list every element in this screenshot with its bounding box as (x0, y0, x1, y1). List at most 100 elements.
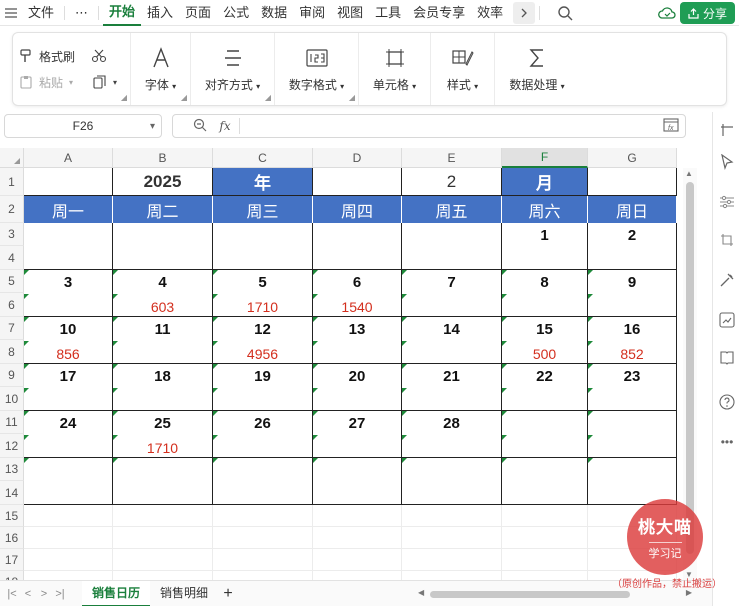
menu-formula[interactable]: 公式 (217, 0, 255, 26)
menu-insert[interactable]: 插入 (141, 0, 179, 26)
calendar-day-cell[interactable]: 23 (588, 364, 677, 411)
calendar-day-cell[interactable] (213, 458, 313, 505)
row-header-5[interactable]: 5 (0, 270, 24, 293)
scroll-left-icon[interactable]: ◀ (418, 588, 424, 597)
empty-cell[interactable] (402, 549, 502, 571)
empty-cell[interactable] (213, 549, 313, 571)
calendar-day-cell[interactable] (213, 223, 313, 270)
paste-button[interactable]: 粘贴 ▾ ▾ (19, 72, 117, 92)
panel-toggle-icon[interactable] (717, 120, 737, 140)
calendar-day-cell[interactable]: 14 (402, 317, 502, 364)
calendar-day-cell[interactable]: 10 856 (24, 317, 113, 364)
prev-sheet-icon[interactable]: < (20, 588, 36, 600)
calendar-day-cell[interactable]: 26 (213, 411, 313, 458)
share-button[interactable]: 分享 (679, 2, 735, 24)
calendar-day-cell[interactable]: 17 (24, 364, 113, 411)
calendar-day-cell[interactable]: 11 (113, 317, 213, 364)
format-painter-button[interactable]: 格式刷 (19, 46, 107, 66)
title-cell-blank[interactable] (24, 168, 113, 196)
empty-cell[interactable] (213, 527, 313, 549)
calendar-day-cell[interactable]: 9 (588, 270, 677, 317)
calendar-day-cell[interactable]: 24 (24, 411, 113, 458)
row-header-4[interactable]: 4 (0, 246, 24, 270)
expand-formula-icon[interactable]: fx (663, 117, 679, 135)
calendar-day-cell[interactable]: 18 (113, 364, 213, 411)
empty-cell[interactable] (113, 527, 213, 549)
title-cell-blank[interactable] (588, 168, 677, 196)
row-header-3[interactable]: 3 (0, 223, 24, 246)
data-process-group[interactable]: 数据处理 ▾ (495, 33, 579, 105)
group-expand-icon[interactable]: ◢ (121, 93, 127, 102)
calendar-day-cell[interactable]: 27 (313, 411, 402, 458)
menu-data[interactable]: 数据 (255, 0, 293, 26)
row-header-16[interactable]: 16 (0, 527, 24, 549)
empty-cell[interactable] (502, 527, 588, 549)
calendar-day-cell[interactable]: 3 (24, 270, 113, 317)
row-header-6[interactable]: 6 (0, 293, 24, 317)
column-header-b[interactable]: B (113, 148, 213, 168)
row-header-9[interactable]: 9 (0, 364, 24, 387)
row-header-8[interactable]: 8 (0, 340, 24, 364)
empty-cell[interactable] (313, 549, 402, 571)
row-header-17[interactable]: 17 (0, 549, 24, 571)
tools-icon[interactable] (717, 270, 737, 290)
add-sheet-button[interactable]: + (218, 585, 238, 603)
calendar-day-cell[interactable] (502, 458, 588, 505)
column-header-f[interactable]: F (502, 148, 588, 168)
scroll-up-icon[interactable]: ▲ (685, 169, 693, 178)
calendar-day-cell[interactable]: 20 (313, 364, 402, 411)
select-cursor-icon[interactable] (717, 152, 737, 172)
calendar-day-cell[interactable]: 16 852 (588, 317, 677, 364)
row-header-10[interactable]: 10 (0, 387, 24, 411)
empty-cell[interactable] (402, 505, 502, 527)
sheet-tab-sales-detail[interactable]: 销售明细 (150, 581, 218, 606)
calendar-day-cell[interactable] (113, 458, 213, 505)
calendar-day-cell[interactable] (588, 411, 677, 458)
row-header-7[interactable]: 7 (0, 317, 24, 340)
calendar-day-cell[interactable] (588, 458, 677, 505)
menu-view[interactable]: 视图 (331, 0, 369, 26)
row-header-14[interactable]: 14 (0, 481, 24, 505)
title-cell-blank[interactable] (313, 168, 402, 196)
formula-input-area[interactable]: fx fx (172, 114, 686, 138)
menu-file[interactable]: 文件 (22, 0, 60, 26)
menu-home[interactable]: 开始 (103, 0, 142, 26)
column-header-d[interactable]: D (313, 148, 402, 168)
empty-cell[interactable] (313, 505, 402, 527)
row-header-1[interactable]: 1 (0, 168, 24, 196)
hamburger-menu-icon[interactable] (0, 2, 22, 24)
zoom-search-icon[interactable] (189, 118, 211, 135)
search-icon[interactable] (554, 2, 576, 24)
empty-cell[interactable] (313, 571, 402, 580)
calendar-day-cell[interactable]: 2 (588, 223, 677, 270)
row-header-11[interactable]: 11 (0, 411, 24, 434)
menu-efficiency[interactable]: 效率 (471, 0, 509, 26)
group-expand-icon[interactable]: ◢ (181, 93, 187, 102)
weekday-header[interactable]: 周日 (588, 196, 677, 223)
select-all-corner[interactable] (0, 148, 24, 168)
function-icon[interactable]: fx (211, 119, 239, 133)
name-box[interactable]: F26 ▾ (4, 114, 162, 138)
calendar-year[interactable]: 2025 (113, 168, 213, 196)
help-icon[interactable] (717, 392, 737, 412)
empty-cell[interactable] (24, 571, 113, 580)
menu-review[interactable]: 审阅 (293, 0, 331, 26)
empty-cell[interactable] (213, 571, 313, 580)
calendar-day-cell[interactable]: 21 (402, 364, 502, 411)
cloud-sync-icon[interactable] (656, 2, 678, 24)
group-expand-icon[interactable]: ◢ (349, 93, 355, 102)
group-expand-icon[interactable]: ◢ (265, 93, 271, 102)
calendar-day-cell[interactable] (313, 458, 402, 505)
weekday-header[interactable]: 周五 (402, 196, 502, 223)
empty-cell[interactable] (24, 549, 113, 571)
weekday-header[interactable]: 周六 (502, 196, 588, 223)
calendar-day-cell[interactable]: 28 (402, 411, 502, 458)
row-header-15[interactable]: 15 (0, 505, 24, 527)
font-group[interactable]: 字体 ▾ ◢ (131, 33, 191, 105)
calendar-day-cell[interactable] (402, 223, 502, 270)
calendar-month[interactable]: 2 (402, 168, 502, 196)
calendar-day-cell[interactable] (113, 223, 213, 270)
calendar-day-cell[interactable] (24, 458, 113, 505)
calendar-day-cell[interactable]: 1 (502, 223, 588, 270)
copy-icon[interactable] (93, 75, 107, 89)
